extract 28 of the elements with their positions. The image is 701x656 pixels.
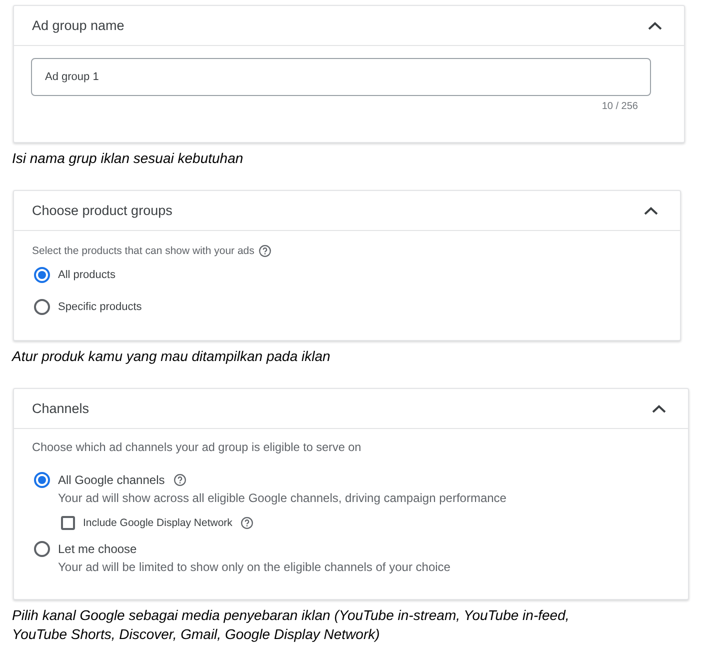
section-prompt: Select the products that can show with your ads bbox=[32, 245, 254, 257]
option-label[interactable]: All products bbox=[58, 269, 116, 281]
option-description: Your ad will be limited to show only on the eligible channels of your choice bbox=[57, 559, 452, 575]
section-title[interactable]: Channels bbox=[32, 401, 90, 416]
section-title[interactable]: Choose product groups bbox=[32, 203, 172, 218]
chevron-up-icon[interactable] bbox=[652, 404, 666, 412]
character-counter: 10 / 256 bbox=[602, 100, 638, 114]
option-label[interactable]: Let me choose bbox=[58, 542, 137, 556]
checkbox-label[interactable]: Include Google Display Network bbox=[83, 517, 232, 529]
section-prompt: Choose which ad channels your ad group is eligible to serve on bbox=[32, 440, 362, 454]
help-icon[interactable] bbox=[241, 517, 254, 529]
caption-text: Pilih kanal Google sebagai media penyebaran iklan (YouTube in-stream, YouTube in-feed, YouTube Shorts, Discover, Gmail, Google Display Network) bbox=[12, 606, 570, 644]
checkbox[interactable] bbox=[61, 516, 75, 530]
name-input-field[interactable]: Ad group 1 bbox=[31, 58, 651, 96]
option-label[interactable]: All Google channels bbox=[58, 473, 165, 487]
option-description: Your ad will show across all eligible Google channels, driving campaign performance bbox=[57, 490, 508, 506]
radio-button[interactable] bbox=[34, 541, 50, 557]
radio-button[interactable] bbox=[34, 267, 50, 283]
caption-text: Isi nama grup iklan sesuai kebutuhan bbox=[12, 149, 244, 168]
chevron-up-icon[interactable] bbox=[644, 206, 658, 214]
help-icon[interactable] bbox=[259, 245, 272, 257]
caption-text: Atur produk kamu yang mau ditampilkan pada iklan bbox=[12, 347, 332, 366]
chevron-up-icon[interactable] bbox=[648, 22, 662, 30]
option-label[interactable]: Specific products bbox=[58, 301, 142, 313]
help-icon[interactable] bbox=[174, 474, 186, 486]
section-title[interactable]: Ad group name bbox=[32, 18, 124, 33]
radio-button[interactable] bbox=[34, 472, 50, 488]
radio-button[interactable] bbox=[34, 299, 50, 315]
